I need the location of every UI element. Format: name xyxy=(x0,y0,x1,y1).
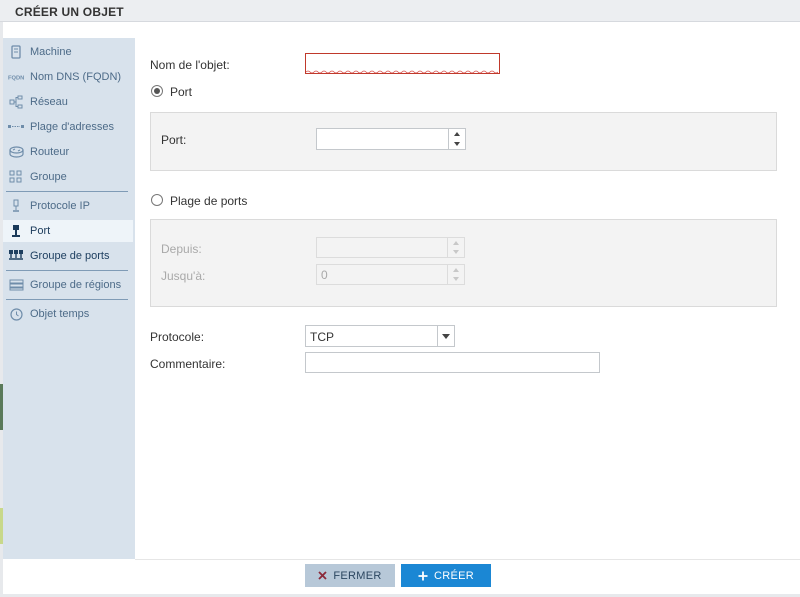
spellcheck-underline xyxy=(306,70,498,73)
close-button[interactable]: FERMER xyxy=(305,564,395,587)
footer-divider xyxy=(135,559,800,560)
sidebar-item-group[interactable]: Groupe xyxy=(8,166,130,188)
protocol-selected-value: TCP xyxy=(310,330,334,344)
decrement-arrow-icon[interactable] xyxy=(448,248,464,258)
server-icon xyxy=(8,44,24,60)
sidebar-divider xyxy=(6,270,128,271)
sidebar-item-label: Routeur xyxy=(30,146,70,158)
comment-label: Commentaire: xyxy=(150,357,226,371)
increment-arrow-icon[interactable] xyxy=(448,265,464,275)
clock-icon xyxy=(8,306,24,322)
create-object-dialog: CRÉER UN OBJET Machine FQDN Nom DNS (FQD… xyxy=(0,0,800,597)
sidebar-item-network[interactable]: Réseau xyxy=(8,91,130,113)
sidebar-item-label: Nom DNS (FQDN) xyxy=(30,71,122,83)
from-label: Depuis: xyxy=(161,242,202,256)
protocol-select[interactable]: TCP xyxy=(305,325,455,347)
to-spinner: 0 xyxy=(316,264,465,285)
dialog-titlebar: CRÉER UN OBJET xyxy=(0,0,800,22)
router-icon xyxy=(8,144,24,160)
comment-input[interactable] xyxy=(305,352,600,373)
sidebar-item-region-group[interactable]: Groupe de régions xyxy=(8,274,130,296)
sidebar-item-label: Machine xyxy=(30,46,72,58)
sidebar-item-label: Groupe xyxy=(30,171,67,183)
sidebar-item-time-object[interactable]: Objet temps xyxy=(8,303,130,325)
from-input[interactable] xyxy=(317,238,446,257)
group-icon xyxy=(8,169,24,185)
sidebar-item-label: Plage d'adresses xyxy=(30,121,115,133)
object-name-label: Nom de l'objet: xyxy=(150,58,230,72)
protocol-label: Protocole: xyxy=(150,330,205,344)
sidebar-item-port-group[interactable]: Groupe de ports xyxy=(8,245,130,267)
port-range-panel xyxy=(150,219,777,307)
sidebar-divider xyxy=(6,299,128,300)
sidebar-divider xyxy=(6,191,128,192)
increment-arrow-icon[interactable] xyxy=(448,238,464,248)
sidebar-item-ip-protocol[interactable]: Protocole IP xyxy=(8,195,130,217)
port-radio-label: Port xyxy=(170,85,193,99)
sidebar-item-label: Groupe de ports xyxy=(30,250,110,262)
sidebar-item-router[interactable]: Routeur xyxy=(8,141,130,163)
close-icon xyxy=(318,571,328,580)
port-range-radio[interactable] xyxy=(151,194,163,206)
to-label: Jusqu'à: xyxy=(161,269,206,283)
decrement-arrow-icon[interactable] xyxy=(448,275,464,285)
port-spinner xyxy=(316,128,466,150)
port-group-icon xyxy=(8,248,24,264)
increment-arrow-icon[interactable] xyxy=(449,129,465,139)
sidebar-item-machine[interactable]: Machine xyxy=(8,41,130,63)
to-input[interactable]: 0 xyxy=(317,265,446,284)
fqdn-icon: FQDN xyxy=(8,69,24,85)
sidebar-item-label: Port xyxy=(30,225,51,237)
create-button-label: CRÉER xyxy=(433,569,474,582)
sidebar-item-label: Groupe de régions xyxy=(30,279,122,291)
create-button[interactable]: CRÉER xyxy=(401,564,491,587)
sidebar-item-port[interactable]: Port xyxy=(3,220,133,242)
decrement-arrow-icon[interactable] xyxy=(449,139,465,149)
dialog-title: CRÉER UN OBJET xyxy=(15,5,124,19)
sidebar-item-label: Réseau xyxy=(30,96,68,108)
port-icon xyxy=(8,223,24,239)
region-group-icon xyxy=(8,277,24,293)
port-input[interactable] xyxy=(317,129,447,149)
close-button-label: FERMER xyxy=(333,569,382,582)
port-field-label: Port: xyxy=(161,133,187,147)
address-range-icon xyxy=(8,119,24,135)
sidebar-item-label: Objet temps xyxy=(30,308,90,320)
svg-text:FQDN: FQDN xyxy=(8,76,24,82)
protocol-icon xyxy=(8,198,24,214)
chevron-down-icon[interactable] xyxy=(437,326,454,346)
network-icon xyxy=(8,94,24,110)
port-radio[interactable] xyxy=(151,85,163,97)
sidebar-item-fqdn[interactable]: FQDN Nom DNS (FQDN) xyxy=(8,66,130,88)
sidebar-item-label: Protocole IP xyxy=(30,200,90,212)
port-range-radio-label: Plage de ports xyxy=(170,194,248,208)
from-spinner xyxy=(316,237,465,258)
plus-icon xyxy=(418,571,428,581)
sidebar-item-address-range[interactable]: Plage d'adresses xyxy=(8,116,130,138)
